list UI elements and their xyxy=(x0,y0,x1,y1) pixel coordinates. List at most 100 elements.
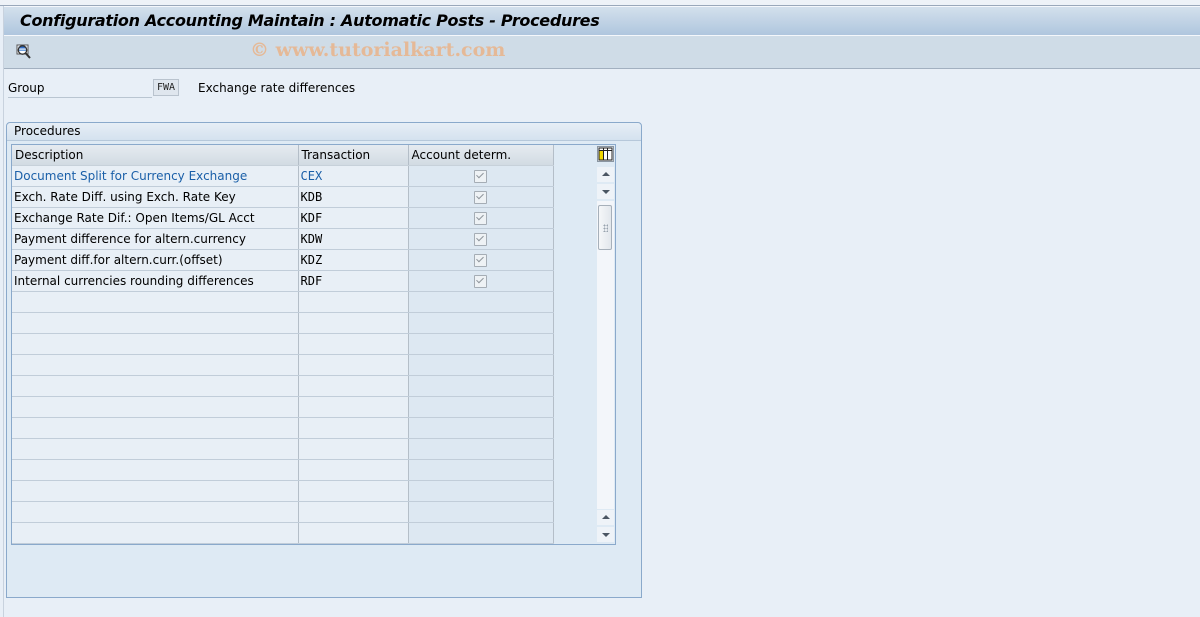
cell-description[interactable] xyxy=(12,375,299,397)
cell-description[interactable] xyxy=(12,459,299,481)
scroll-page-down-button[interactable] xyxy=(597,184,614,199)
cell-account-determ[interactable] xyxy=(408,522,554,544)
empty-table-row[interactable] xyxy=(12,501,554,523)
column-header-account-determ[interactable]: Account determ. xyxy=(408,145,554,166)
cell-description[interactable]: Payment diff.for altern.curr.(offset) xyxy=(12,249,299,271)
cell-account-determ[interactable] xyxy=(408,417,554,439)
cell-account-determ xyxy=(408,249,554,271)
cell-description[interactable]: Exchange Rate Dif.: Open Items/GL Acct xyxy=(12,207,299,229)
cell-account-determ[interactable] xyxy=(408,333,554,355)
account-determ-checkbox[interactable] xyxy=(474,275,487,288)
scroll-line-down-button[interactable] xyxy=(597,527,614,542)
cell-description[interactable] xyxy=(12,333,299,355)
cell-description[interactable] xyxy=(12,354,299,376)
cell-transaction[interactable] xyxy=(298,291,409,313)
cell-description[interactable] xyxy=(12,396,299,418)
cell-transaction[interactable] xyxy=(298,333,409,355)
cell-transaction[interactable]: KDZ xyxy=(298,249,409,271)
cell-transaction[interactable] xyxy=(298,354,409,376)
arrow-up-icon xyxy=(601,515,610,519)
cell-transaction[interactable] xyxy=(298,312,409,334)
table-row[interactable]: Internal currencies rounding differences… xyxy=(12,270,554,292)
display-detail-button[interactable] xyxy=(15,43,33,61)
empty-table-row[interactable] xyxy=(12,312,554,334)
cell-transaction[interactable]: RDF xyxy=(298,270,409,292)
vertical-scrollbar-thumb[interactable] xyxy=(598,205,612,250)
cell-account-determ xyxy=(408,207,554,229)
scroll-line-up-button[interactable] xyxy=(597,510,614,525)
procedures-table: Description Transaction Account determ. … xyxy=(12,145,554,544)
scroll-page-up-button[interactable] xyxy=(597,167,614,182)
table-row[interactable]: Payment difference for altern.currency KD… xyxy=(12,228,554,250)
empty-table-row[interactable] xyxy=(12,480,554,502)
application-toolbar: © www.tutorialkart.com xyxy=(4,36,1200,69)
group-description: Exchange rate differences xyxy=(198,81,356,95)
empty-table-row[interactable] xyxy=(12,354,554,376)
cell-account-determ xyxy=(408,186,554,208)
display-detail-icon xyxy=(16,44,31,59)
cell-account-determ[interactable] xyxy=(408,396,554,418)
cell-transaction[interactable] xyxy=(298,396,409,418)
cell-transaction[interactable] xyxy=(298,459,409,481)
arrow-down-icon xyxy=(601,533,610,537)
cell-transaction[interactable]: KDW xyxy=(298,228,409,250)
cell-transaction[interactable] xyxy=(298,438,409,460)
cell-description[interactable] xyxy=(12,312,299,334)
cell-account-determ[interactable] xyxy=(408,459,554,481)
cell-description[interactable] xyxy=(12,480,299,502)
table-row[interactable]: Document Split for Currency Exchange CEX xyxy=(12,165,554,187)
table-row[interactable]: Exch. Rate Diff. using Exch. Rate Key KDB xyxy=(12,186,554,208)
empty-table-row[interactable] xyxy=(12,396,554,418)
empty-table-row[interactable] xyxy=(12,333,554,355)
empty-table-row[interactable] xyxy=(12,522,554,544)
table-row[interactable]: Payment diff.for altern.curr.(offset) KDZ xyxy=(12,249,554,271)
column-header-description[interactable]: Description xyxy=(12,145,299,166)
cell-transaction[interactable] xyxy=(298,375,409,397)
table-settings-button[interactable] xyxy=(597,146,614,162)
arrow-up-icon xyxy=(601,172,610,176)
account-determ-checkbox[interactable] xyxy=(474,254,487,267)
table-row[interactable]: Exchange Rate Dif.: Open Items/GL Acct KD… xyxy=(12,207,554,229)
cell-description[interactable] xyxy=(12,438,299,460)
cell-description[interactable] xyxy=(12,522,299,544)
account-determ-checkbox[interactable] xyxy=(474,212,487,225)
cell-description[interactable]: Payment difference for altern.currency xyxy=(12,228,299,250)
cell-description[interactable] xyxy=(12,291,299,313)
cell-account-determ[interactable] xyxy=(408,501,554,523)
cell-account-determ[interactable] xyxy=(408,354,554,376)
cell-description[interactable] xyxy=(12,501,299,523)
cell-description[interactable]: Exch. Rate Diff. using Exch. Rate Key xyxy=(12,186,299,208)
cell-account-determ[interactable] xyxy=(408,438,554,460)
cell-account-determ[interactable] xyxy=(408,312,554,334)
cell-description[interactable] xyxy=(12,417,299,439)
cell-description[interactable]: Internal currencies rounding differences xyxy=(12,270,299,292)
cell-account-determ[interactable] xyxy=(408,375,554,397)
column-header-transaction[interactable]: Transaction xyxy=(298,145,409,166)
cell-transaction[interactable] xyxy=(298,480,409,502)
cell-transaction[interactable]: KDB xyxy=(298,186,409,208)
group-field[interactable]: FWA xyxy=(153,79,179,96)
empty-table-row[interactable] xyxy=(12,438,554,460)
cell-transaction[interactable] xyxy=(298,522,409,544)
page-title: Configuration Accounting Maintain : Auto… xyxy=(20,11,600,30)
cell-transaction[interactable]: CEX xyxy=(298,165,409,187)
cell-account-determ xyxy=(408,228,554,250)
cell-account-determ xyxy=(408,270,554,292)
cell-transaction[interactable] xyxy=(298,417,409,439)
empty-table-row[interactable] xyxy=(12,417,554,439)
cell-description[interactable]: Document Split for Currency Exchange xyxy=(12,165,299,187)
cell-account-determ[interactable] xyxy=(408,480,554,502)
cell-transaction[interactable] xyxy=(298,501,409,523)
arrow-down-icon xyxy=(601,190,610,194)
cell-account-determ[interactable] xyxy=(408,291,554,313)
empty-table-row[interactable] xyxy=(12,375,554,397)
group-label: Group xyxy=(8,80,152,98)
procedures-groupbox: Procedures Description Transaction Accou… xyxy=(6,122,642,598)
empty-table-row[interactable] xyxy=(12,291,554,313)
account-determ-checkbox[interactable] xyxy=(474,170,487,183)
empty-table-row[interactable] xyxy=(12,459,554,481)
account-determ-checkbox[interactable] xyxy=(474,191,487,204)
watermark: © www.tutorialkart.com xyxy=(250,39,506,61)
cell-transaction[interactable]: KDF xyxy=(298,207,409,229)
account-determ-checkbox[interactable] xyxy=(474,233,487,246)
